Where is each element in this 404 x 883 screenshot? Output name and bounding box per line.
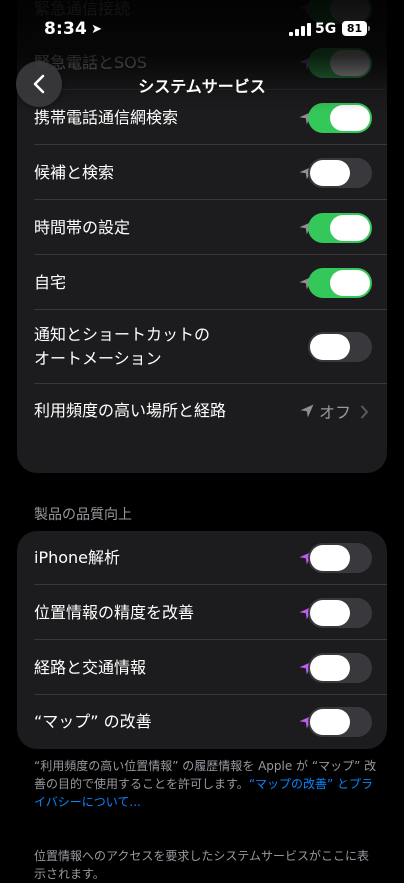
toggle-knob [310, 709, 350, 735]
toggle-switch[interactable] [308, 332, 372, 362]
network-type: 5G [315, 21, 337, 37]
settings-row: “マップ” の改善 [17, 695, 387, 749]
row-label: “マップ” の改善 [34, 712, 152, 731]
toggle-knob [310, 334, 350, 360]
toggle-knob [310, 654, 350, 681]
toggle-knob [310, 545, 350, 571]
toggle-switch[interactable] [308, 543, 372, 573]
row-label: 経路と交通情報 [34, 657, 147, 677]
toggle-switch[interactable] [308, 212, 372, 243]
settings-row: iPhone解析 [17, 531, 387, 585]
toggle-switch[interactable] [308, 652, 372, 683]
location-arrow-gray-icon [299, 403, 315, 419]
nav-header: システムサービス [0, 60, 404, 108]
toggle-switch[interactable] [308, 597, 372, 628]
map-improvement-footer: “利用頻度の高い位置情報” の履歴情報を Apple が “マップ” 改善の目的… [34, 757, 379, 811]
toggle-knob [330, 214, 370, 241]
settings-row: 自宅 [17, 255, 387, 310]
toggle-knob [310, 599, 350, 626]
toggle-knob [330, 269, 370, 296]
row-label: 自宅 [34, 272, 67, 292]
time-text: 8:34 [44, 19, 88, 39]
toggle-knob [330, 104, 370, 131]
row-label: 位置情報の精度を改善 [34, 602, 195, 622]
settings-row: 候補と検索 [17, 145, 387, 200]
row-label: 時間帯の設定 [34, 217, 131, 237]
row-label: iPhone解析 [34, 548, 121, 567]
location-arrow-icon: ➤ [91, 22, 103, 37]
row-label: 利用頻度の高い場所と経路 [34, 401, 227, 420]
toggle-switch[interactable] [308, 157, 372, 188]
settings-row: 時間帯の設定 [17, 200, 387, 255]
toggle-switch[interactable] [308, 707, 372, 737]
settings-row[interactable]: 利用頻度の高い場所と経路 オフ [17, 384, 387, 438]
status-bar: 8:34 ➤ 5G 81 [0, 0, 404, 60]
status-time: 8:34 ➤ [44, 19, 102, 39]
toggle-switch[interactable] [308, 267, 372, 298]
row-label: 通知とショートカットの オートメーション [34, 325, 211, 368]
section-header-product-improvement: 製品の品質向上 [34, 507, 132, 523]
row-label: 候補と検索 [34, 162, 115, 182]
settings-row: 通知とショートカットの オートメーション [17, 310, 387, 384]
product-improvement-group: iPhone解析位置情報の精度を改善 経路と交通情報 “マップ” の改善 [17, 531, 387, 749]
battery-icon: 81 [342, 21, 370, 36]
toggle-knob [310, 159, 350, 186]
page-title: システムサービス [138, 77, 266, 96]
battery-level: 81 [346, 22, 363, 35]
system-services-footer: 位置情報へのアクセスを要求したシステムサービスがここに表示されます。 [34, 849, 370, 881]
cellular-signal-icon [289, 23, 311, 36]
chevron-right-icon [360, 404, 369, 419]
row-label: 携帯電話通信網検索 [34, 107, 179, 127]
settings-row: 位置情報の精度を改善 [17, 585, 387, 640]
row-value: オフ [319, 403, 352, 422]
settings-row: 経路と交通情報 [17, 640, 387, 695]
